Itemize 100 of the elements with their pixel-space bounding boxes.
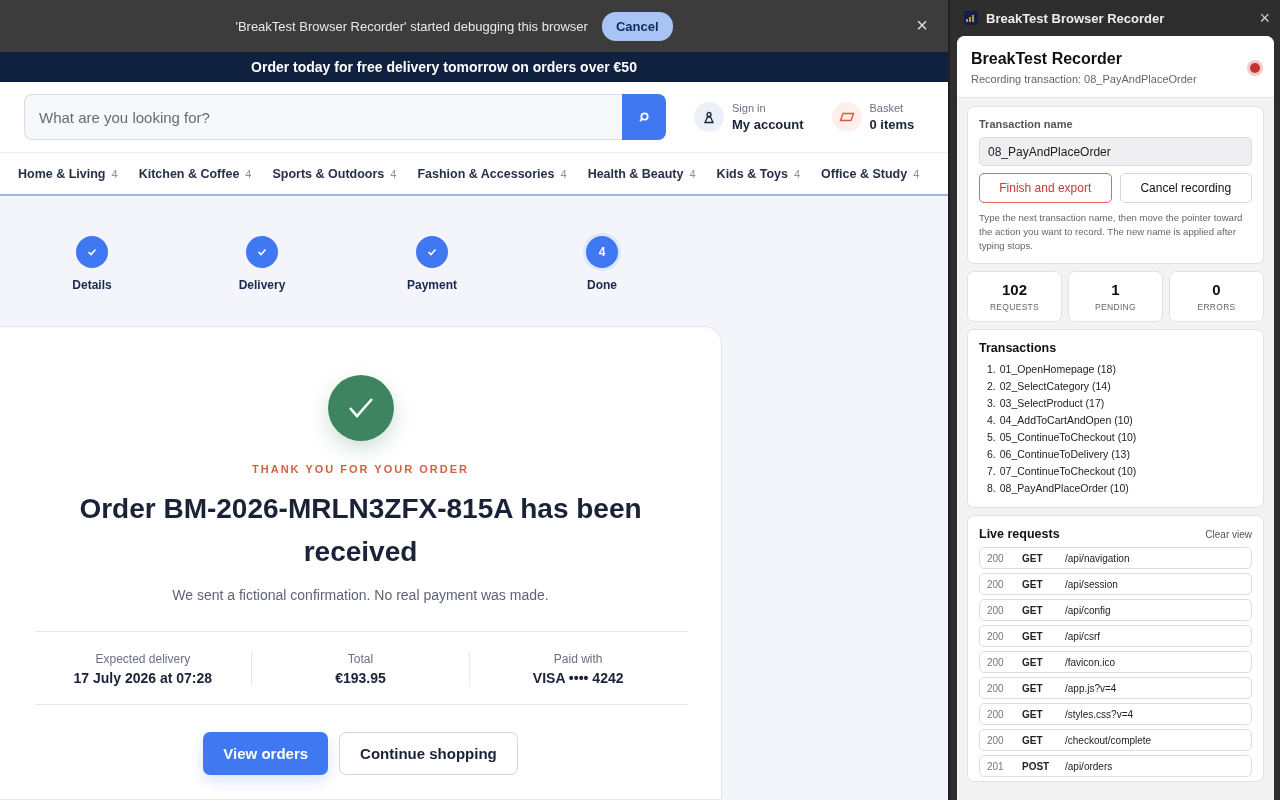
request-path: /api/csrf — [1065, 630, 1100, 642]
transaction-name-field[interactable]: 08_PayAndPlaceOrder — [979, 137, 1252, 166]
fact-label: Total — [347, 652, 374, 666]
request-path: /api/session — [1065, 578, 1118, 590]
status-code: 200 — [987, 708, 1005, 720]
basket-icon — [838, 112, 855, 122]
list-number: 6. — [987, 447, 996, 462]
category-link[interactable]: Kids & Toys 4 — [716, 166, 801, 181]
app-logo-icon — [964, 11, 978, 25]
request-path: /app.js?v=4 — [1065, 682, 1117, 694]
header-link[interactable]: My account — [732, 117, 804, 132]
fact-value: VISA •••• 4242 — [532, 670, 624, 686]
stat-value: 0 — [1212, 281, 1221, 298]
recorder-title: BreakTest Recorder — [971, 50, 1123, 68]
close-button[interactable]: × — [912, 14, 932, 37]
list-number: 4. — [987, 413, 996, 428]
http-method: GET — [1022, 734, 1044, 746]
header-link[interactable]: 0 items — [869, 117, 915, 132]
transaction-item: 02_SelectCategory (14) — [999, 379, 1111, 394]
category-link[interactable]: Office & Study 4 — [821, 166, 920, 181]
person-badge[interactable] — [694, 102, 724, 132]
promo-text: Order today for free delivery tomorrow on orders over €50 — [251, 59, 638, 75]
request-path: /api/navigation — [1065, 552, 1130, 564]
section-title: Live requests — [979, 527, 1060, 541]
stat-value: 102 — [1002, 281, 1027, 298]
category-link[interactable]: Home & Living 4 — [18, 166, 118, 181]
status-code: 201 — [987, 760, 1005, 772]
request-path: /api/config — [1065, 604, 1111, 616]
transaction-item: 07_ContinueToCheckout (10) — [999, 464, 1137, 479]
section-title: Transactions — [979, 341, 1058, 355]
category-link[interactable]: Kitchen & Coffee 4 — [138, 166, 252, 181]
category-count: 4 — [245, 167, 252, 180]
step-circle: 4 — [586, 236, 618, 268]
debug-message: 'BreakTest Browser Recorder' started debugging this browser — [235, 18, 588, 34]
http-method: POST — [1022, 760, 1051, 772]
status-code: 200 — [987, 656, 1005, 668]
cancel-button[interactable]: Cancel — [601, 11, 673, 41]
check-icon — [347, 397, 374, 419]
search-field[interactable]: What are you looking for? — [24, 94, 622, 140]
request-path: /favicon.ico — [1065, 656, 1116, 668]
check-icon — [427, 248, 437, 256]
fact-label: Paid with — [553, 652, 603, 666]
close-button[interactable]: × — [1259, 7, 1270, 29]
transaction-item: 06_ContinueToDelivery (13) — [999, 447, 1130, 462]
status-code: 200 — [987, 734, 1005, 746]
list-number: 2. — [987, 379, 996, 394]
recording-status: Recording transaction: 08_PayAndPlaceOrder — [971, 73, 1197, 85]
fact-value: €193.95 — [335, 670, 386, 686]
finish-button[interactable]: Finish and export — [979, 173, 1112, 203]
order-title: Order BM-2026-MRLN3ZFX-815A has been received — [78, 492, 643, 569]
person-icon — [703, 110, 715, 124]
search-icon — [638, 111, 650, 123]
window-title: BreakTest Browser Recorder — [986, 10, 1166, 26]
category-count: 4 — [560, 167, 567, 180]
stat-label: REQUESTS — [989, 302, 1040, 312]
list-number: 5. — [987, 430, 996, 445]
category-count: 4 — [913, 167, 920, 180]
http-method: GET — [1022, 708, 1044, 720]
list-number: 3. — [987, 396, 996, 411]
step-label: Payment — [407, 278, 457, 292]
http-method: GET — [1022, 604, 1044, 616]
step-label: Done — [587, 278, 617, 292]
status-code: 200 — [987, 604, 1005, 616]
view-orders-button[interactable]: View orders — [203, 732, 329, 775]
status-code: 200 — [987, 578, 1005, 590]
basket-badge[interactable] — [831, 102, 862, 132]
list-number: 1. — [987, 362, 996, 377]
category-count: 4 — [111, 167, 118, 180]
step-label: Details — [72, 278, 112, 292]
check-icon — [87, 248, 97, 256]
http-method: GET — [1022, 630, 1044, 642]
transaction-item: 05_ContinueToCheckout (10) — [999, 430, 1137, 445]
field-label: Transaction name — [979, 118, 1074, 130]
list-number: 8. — [987, 481, 996, 496]
search-button[interactable] — [622, 94, 666, 140]
check-icon — [257, 248, 267, 256]
fact-label: Expected delivery — [95, 652, 191, 666]
clear-view-link[interactable]: Clear view — [1205, 528, 1252, 540]
list-number: 7. — [987, 464, 996, 479]
http-method: GET — [1022, 552, 1044, 564]
request-path: /styles.css?v=4 — [1065, 708, 1134, 720]
category-link[interactable]: Health & Beauty 4 — [587, 166, 696, 181]
category-link[interactable]: Fashion & Accessories 4 — [417, 166, 567, 181]
transaction-item: 04_AddToCartAndOpen (10) — [999, 413, 1133, 428]
hint-text: Type the next transaction name, then move the pointer toward the action you want to record. The new name is applied after typing stops. — [979, 211, 1244, 253]
stat-label: ERRORS — [1197, 302, 1236, 312]
caption: Sign in — [732, 102, 767, 114]
category-count: 4 — [390, 167, 397, 180]
category-count: 4 — [793, 167, 801, 180]
http-method: GET — [1022, 656, 1044, 668]
http-method: GET — [1022, 682, 1044, 694]
category-link[interactable]: Sports & Outdoors 4 — [272, 166, 397, 181]
cancel-recording-button[interactable]: Cancel recording — [1119, 173, 1252, 203]
category-count: 4 — [689, 167, 696, 180]
eyebrow-text: THANK YOU FOR YOUR ORDER — [252, 463, 469, 475]
continue-button[interactable]: Continue shopping — [339, 732, 518, 775]
fact-value: 17 July 2026 at 07:28 — [73, 670, 213, 686]
transaction-item: 01_OpenHomepage (18) — [999, 362, 1116, 377]
status-code: 200 — [987, 630, 1005, 642]
status-code: 200 — [987, 682, 1005, 694]
